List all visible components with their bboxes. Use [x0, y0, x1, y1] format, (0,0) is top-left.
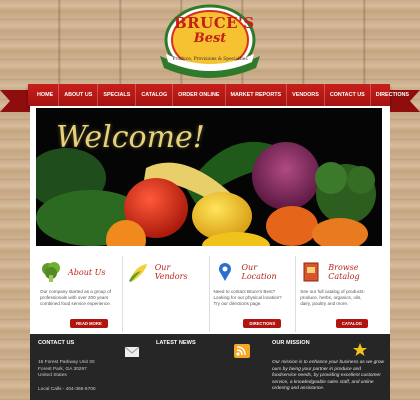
footer: CONTACT US 16 Forest Parkway Unit 30 For… — [30, 334, 390, 400]
feature-about-us: About Us Our company started as a group … — [36, 256, 123, 332]
feature-browse-catalog: Browse Catalog See our full catalog of p… — [296, 256, 382, 332]
feature-title[interactable]: Our Location — [242, 263, 292, 281]
feature-our-location: Our Location Need to contact Bruce's Bes… — [210, 256, 297, 332]
feature-row: About Us Our company started as a group … — [36, 256, 382, 332]
address-line: 16 Forest Parkway Unit 30 — [38, 360, 95, 365]
feature-title[interactable]: About Us — [68, 268, 105, 277]
mission-text: Our mission is to enhance your business … — [272, 360, 384, 392]
nav-contact-us[interactable]: CONTACT US — [325, 84, 371, 106]
broccoli-icon — [42, 262, 60, 282]
logo-tagline: Produce, Provisions & Specialties — [172, 57, 248, 62]
nav-about-us[interactable]: ABOUT US — [59, 84, 99, 106]
feature-title[interactable]: Our Vendors — [155, 263, 205, 281]
footer-news: LATEST NEWS — [156, 340, 266, 358]
feature-text: Need to contact Bruce's Best? Looking fo… — [213, 289, 282, 307]
feature-title[interactable]: Browse Catalog — [328, 263, 378, 281]
read-more-button[interactable]: READ MORE — [70, 319, 108, 328]
feature-text: See our full catalog of products: produc… — [300, 289, 365, 307]
nav-directions[interactable]: DIRECTIONS — [371, 84, 414, 106]
map-pin-icon — [218, 263, 231, 281]
logo-title: BRUCE'S — [174, 14, 255, 32]
catalog-button[interactable]: CATALOG — [335, 319, 368, 328]
nav-specials[interactable]: SPECIALS — [98, 84, 137, 106]
rss-icon[interactable] — [234, 344, 250, 358]
feature-text: Our company started as a group of profes… — [40, 289, 111, 307]
nav-home[interactable]: HOME — [32, 84, 60, 106]
footer-address: 16 Forest Parkway Unit 30 Forest Park, G… — [38, 360, 148, 393]
hero-banner: Welcome! — [36, 108, 382, 246]
footer-contact: CONTACT US 16 Forest Parkway Unit 30 For… — [38, 340, 148, 393]
footer-mission: OUR MISSION Our mission is to enhance yo… — [272, 340, 384, 393]
envelope-icon — [124, 346, 140, 357]
welcome-headline: Welcome! — [56, 120, 205, 155]
nav-market-reports[interactable]: MARKET REPORTS — [226, 84, 288, 106]
nav-order-online[interactable]: ORDER ONLINE — [173, 84, 226, 106]
bruces-best-logo[interactable]: BRUCE'S Best Produce, Provisions & Speci… — [152, 4, 268, 80]
main-nav: HOME ABOUT US SPECIALS CATALOG ORDER ONL… — [28, 84, 409, 106]
star-badge-icon — [353, 343, 367, 356]
nav-catalog[interactable]: CATALOG — [136, 84, 174, 106]
address-line: United States — [38, 373, 67, 379]
catalog-icon — [303, 262, 319, 282]
directions-button[interactable]: DIRECTIONS — [243, 319, 282, 328]
phone-number[interactable]: Local Calls - 404-366-6700 — [38, 387, 148, 394]
nav-vendors[interactable]: VENDORS — [287, 84, 325, 106]
corn-icon — [128, 264, 147, 282]
logo-subtitle: Best — [193, 31, 227, 46]
feature-our-vendors: Our Vendors — [123, 256, 210, 332]
